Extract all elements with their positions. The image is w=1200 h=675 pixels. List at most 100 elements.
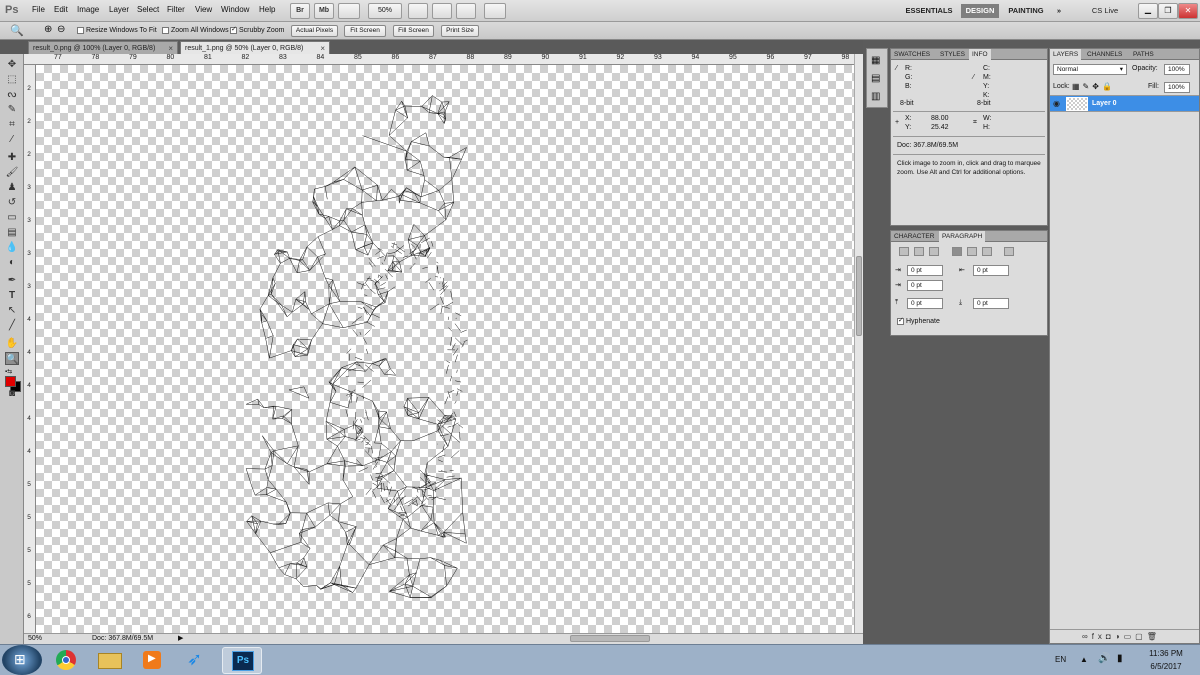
chrome-taskbar-icon[interactable]	[46, 647, 86, 674]
bridge-button[interactable]: Br	[290, 3, 310, 19]
histogram-icon[interactable]: ▤	[871, 73, 880, 84]
layer-actions-bar[interactable]: ∞fx◘◑▭▢🗑	[1050, 629, 1199, 643]
tab-info[interactable]: INFO	[969, 49, 991, 60]
hand-tool-button[interactable]	[408, 3, 428, 19]
restore-button[interactable]: ❐	[1158, 3, 1178, 19]
view-extras-button[interactable]	[338, 3, 360, 19]
hyphenate-checkbox[interactable]	[897, 316, 904, 325]
tab-swatches[interactable]: SWATCHES	[891, 49, 933, 60]
actual-pixels-button[interactable]: Actual Pixels	[291, 25, 338, 37]
zoom-all-checkbox[interactable]	[162, 27, 169, 34]
opacity-field[interactable]: 100%	[1164, 64, 1190, 75]
screen-mode-button[interactable]	[484, 3, 506, 19]
vertical-scrollbar[interactable]	[854, 54, 863, 633]
scrubby-zoom-checkbox[interactable]	[230, 25, 237, 34]
menu-help[interactable]: Help	[259, 5, 275, 14]
eraser-tool-icon[interactable]: ▭	[5, 211, 19, 224]
workspace-design[interactable]: DESIGN	[961, 4, 999, 18]
minimize-button[interactable]: ▁	[1138, 3, 1158, 19]
menu-window[interactable]: Window	[221, 5, 249, 14]
menu-select[interactable]: Select	[137, 5, 159, 14]
explorer-taskbar-icon[interactable]	[90, 647, 130, 674]
quick-select-tool-icon[interactable]: ✎	[5, 103, 19, 116]
marquee-tool-icon[interactable]: ⬚	[5, 73, 19, 86]
quick-mask-icon[interactable]: ◙	[5, 387, 19, 400]
navigator-icon[interactable]: ▦	[871, 55, 880, 66]
zoom-in-icon[interactable]: ⊕	[44, 24, 52, 35]
volume-icon[interactable]: 🔊	[1098, 653, 1110, 664]
align-left-icon[interactable]	[899, 247, 909, 256]
tab-result-0[interactable]: result_0.png @ 100% (Layer 0, RGB/8) ×	[28, 41, 178, 54]
canvas[interactable]	[36, 65, 854, 633]
justify-center-icon[interactable]	[967, 247, 977, 256]
tab-result-1[interactable]: result_1.png @ 50% (Layer 0, RGB/8) ×	[180, 41, 330, 54]
more-workspaces-icon[interactable]: »	[1053, 4, 1065, 18]
status-zoom[interactable]: 50%	[28, 635, 42, 642]
indent-left-field[interactable]: 0 pt	[907, 265, 943, 276]
move-tool-icon[interactable]: ✥	[5, 58, 19, 71]
zoom-tool-icon[interactable]: 🔍	[5, 352, 19, 365]
photoshop-taskbar-icon[interactable]: Ps	[222, 647, 262, 674]
line-tool-icon[interactable]: ╱	[5, 319, 19, 332]
type-tool-icon[interactable]: T	[5, 289, 19, 302]
tab-paragraph[interactable]: PARAGRAPH	[939, 231, 986, 242]
status-arrow-icon[interactable]: ▶	[178, 634, 183, 642]
blend-mode-dropdown[interactable]: Normal ▾	[1053, 64, 1127, 75]
lock-icons[interactable]: ▦✎✥🔒	[1072, 82, 1115, 91]
fill-screen-button[interactable]: Fill Screen	[393, 25, 434, 37]
blur-tool-icon[interactable]: 💧	[5, 241, 19, 254]
crop-tool-icon[interactable]: ⌗	[5, 118, 19, 131]
history-brush-icon[interactable]: ↺	[5, 196, 19, 209]
pen-tool-icon[interactable]: ✒	[5, 274, 19, 287]
resize-windows-checkbox[interactable]	[77, 27, 84, 34]
space-after-field[interactable]: 0 pt	[973, 298, 1009, 309]
media-player-taskbar-icon[interactable]: ▶	[132, 647, 172, 674]
bird-app-taskbar-icon[interactable]: ➶	[176, 647, 216, 674]
print-size-button[interactable]: Print Size	[441, 25, 479, 37]
foreground-color-swatch[interactable]	[5, 376, 16, 387]
indent-right-field[interactable]: 0 pt	[973, 265, 1009, 276]
menu-filter[interactable]: Filter	[167, 5, 185, 14]
gradient-tool-icon[interactable]: ▤	[5, 226, 19, 239]
mini-bridge-button[interactable]: Mb	[314, 3, 334, 19]
brush-tool-icon[interactable]: 🖌	[5, 166, 19, 179]
layer-row[interactable]: ◉ Layer 0	[1050, 95, 1199, 112]
zoom-out-icon[interactable]: ⊖	[57, 24, 65, 35]
start-button[interactable]: ⊞	[2, 645, 42, 675]
vertical-scroll-thumb[interactable]	[856, 256, 862, 336]
menu-view[interactable]: View	[195, 5, 212, 14]
close-button[interactable]: ✕	[1178, 3, 1198, 19]
language-indicator[interactable]: EN	[1055, 655, 1066, 664]
workspace-painting[interactable]: PAINTING	[1003, 4, 1049, 18]
eye-icon[interactable]: ◉	[1053, 99, 1060, 108]
align-right-icon[interactable]	[929, 247, 939, 256]
history-icon[interactable]: ▥	[871, 91, 880, 102]
arrange-documents-button[interactable]	[456, 3, 476, 19]
tab-character[interactable]: CHARACTER	[891, 231, 937, 242]
horizontal-scroll-thumb[interactable]	[570, 635, 650, 642]
zoom-level-dropdown[interactable]: 50%	[368, 3, 402, 19]
hand-tool-icon[interactable]: ✋	[5, 337, 19, 350]
zoom-tool-icon[interactable]: 🔍	[10, 24, 24, 37]
tab-paths[interactable]: PATHS	[1130, 49, 1157, 60]
clock-time[interactable]: 11:36 PM	[1142, 649, 1190, 658]
rotate-view-button[interactable]	[432, 3, 452, 19]
align-center-icon[interactable]	[914, 247, 924, 256]
dodge-tool-icon[interactable]: ◐	[5, 256, 19, 269]
menu-image[interactable]: Image	[77, 5, 99, 14]
path-select-icon[interactable]: ↖	[5, 304, 19, 317]
healing-brush-icon[interactable]: ✚	[5, 151, 19, 164]
tab-layers[interactable]: LAYERS	[1050, 49, 1082, 60]
cs-live-button[interactable]: CS Live	[1080, 4, 1130, 18]
tray-up-icon[interactable]: ▲	[1080, 655, 1088, 664]
workspace-essentials[interactable]: ESSENTIALS	[900, 4, 958, 18]
clone-stamp-icon[interactable]: ♟	[5, 181, 19, 194]
fit-screen-button[interactable]: Fit Screen	[344, 25, 386, 37]
eyedropper-tool-icon[interactable]: ⁄	[5, 133, 19, 146]
indent-first-field[interactable]: 0 pt	[907, 280, 943, 291]
justify-left-icon[interactable]	[952, 247, 962, 256]
space-before-field[interactable]: 0 pt	[907, 298, 943, 309]
layer-name[interactable]: Layer 0	[1092, 100, 1117, 107]
justify-right-icon[interactable]	[982, 247, 992, 256]
justify-all-icon[interactable]	[1004, 247, 1014, 256]
